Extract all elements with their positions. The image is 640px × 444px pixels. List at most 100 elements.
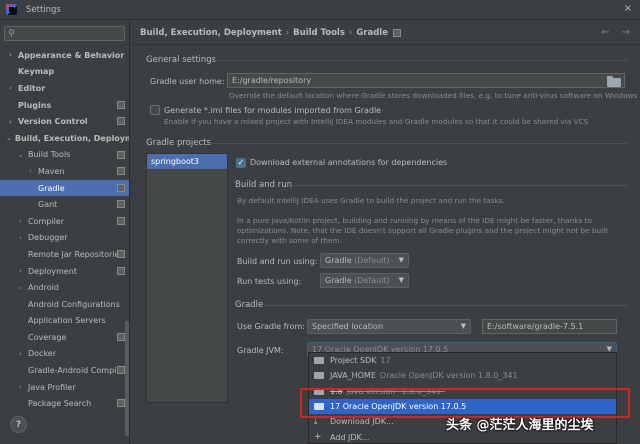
download-annotations-checkbox[interactable]: ✓ <box>236 158 246 168</box>
chevron-icon[interactable]: › <box>6 118 15 126</box>
chevron-icon[interactable]: › <box>26 167 35 175</box>
jdk-option-name: Add JDK... <box>330 432 370 442</box>
back-arrow-icon[interactable]: ← <box>601 27 609 38</box>
jdk-option[interactable]: Project SDK 17 <box>309 353 616 368</box>
sidebar-item[interactable]: › Android <box>0 279 129 296</box>
settings-sidebar: ⚲ › Appearance & Behavior Keymap › Editor Plu… <box>0 21 130 444</box>
sidebar-item[interactable]: › Docker <box>0 346 129 363</box>
breadcrumb: Build, Execution, Deployment › Build Too… <box>131 21 640 45</box>
chevron-icon[interactable]: ⌄ <box>16 151 25 159</box>
chevron-icon[interactable]: ⌄ <box>6 134 12 142</box>
build-and-run-using-combo[interactable]: Gradle (Default) ▼ <box>320 253 409 268</box>
project-scope-icon <box>117 183 125 192</box>
search-icon: ⚲ <box>8 29 15 39</box>
sidebar-item[interactable]: › Deployment <box>0 263 129 280</box>
watermark: 头条 @茫茫人海里的尘埃 <box>446 418 594 433</box>
gradle-jvm-label: Gradle JVM: <box>237 346 284 355</box>
chevron-icon[interactable]: › <box>16 267 25 275</box>
project-scope-icon <box>117 200 125 209</box>
sidebar-item-label: Compiler <box>28 216 65 226</box>
combo-value: Gradle <box>325 276 352 285</box>
build-and-run-note: In a pure Java/Kotlin project, building … <box>237 216 592 225</box>
sidebar-item-label: Plugins <box>18 100 52 110</box>
sidebar-item-label: Gant <box>38 200 58 210</box>
breadcrumb-separator: › <box>348 27 353 38</box>
jdk-option-detail: Oracle OpenJDK version 1.8.0_341 <box>379 371 518 381</box>
gradle-projects-list: springboot3 <box>146 153 228 403</box>
sidebar-item[interactable]: › Editor <box>0 80 129 97</box>
gradle-user-home-field[interactable]: E:/gradle/repository <box>227 73 625 88</box>
build-and-run-using-label: Build and run using: <box>237 257 318 266</box>
jdk-option[interactable]: JAVA_HOME Oracle OpenJDK version 1.8.0_34… <box>309 368 616 383</box>
general-settings-title: General settings <box>146 55 217 65</box>
sidebar-item[interactable]: Gradle-Android Compiler <box>0 362 129 379</box>
sidebar-item[interactable]: › Java Profiler <box>0 379 129 396</box>
chevron-icon[interactable]: › <box>16 234 25 242</box>
chevron-icon[interactable]: › <box>16 383 25 391</box>
folder-icon <box>314 357 324 365</box>
sidebar-item-label: Deployment <box>28 266 77 276</box>
settings-search-input[interactable]: ⚲ <box>4 26 125 41</box>
browse-folder-icon[interactable] <box>607 76 621 87</box>
sidebar-item-label: Android Configurations <box>28 299 120 309</box>
chevron-icon[interactable]: › <box>16 284 25 292</box>
sidebar-item-label: Keymap <box>18 67 55 77</box>
sidebar-item[interactable]: Application Servers <box>0 313 129 330</box>
folder-icon <box>314 372 324 380</box>
title-bar: Settings × <box>0 0 640 20</box>
sidebar-item[interactable]: ⌄Build, Execution, Deployment <box>0 130 129 147</box>
run-tests-using-combo[interactable]: Gradle (Default) ▼ <box>320 273 409 288</box>
plus-icon: + <box>314 432 322 443</box>
close-icon[interactable]: × <box>624 3 632 14</box>
combo-value: Specified location <box>312 322 384 331</box>
project-scope-icon <box>117 150 125 159</box>
sidebar-item[interactable]: ⌄ Build Tools <box>0 147 129 164</box>
chevron-icon[interactable]: › <box>6 84 15 92</box>
use-gradle-from-combo[interactable]: Specified location ▼ <box>307 319 471 334</box>
sidebar-item[interactable]: › Debugger <box>0 230 129 247</box>
sidebar-item[interactable]: Package Search <box>0 395 129 412</box>
jdk-option-name: JAVA_HOME <box>330 371 376 381</box>
gradle-location-field[interactable]: E:/software/gradle-7.5.1 <box>482 319 617 334</box>
breadcrumb-separator: › <box>285 27 290 38</box>
sidebar-scrollbar[interactable] <box>125 321 129 436</box>
use-gradle-from-label: Use Gradle from: <box>237 322 305 331</box>
sidebar-item-label: Debugger <box>28 233 68 243</box>
sidebar-item[interactable]: Android Configurations <box>0 296 129 313</box>
build-and-run-note: correctly with some of them. <box>237 236 342 245</box>
sidebar-item[interactable]: › Compiler <box>0 213 129 230</box>
section-divider <box>264 305 627 306</box>
gradle-projects-title: Gradle projects <box>146 138 211 148</box>
generate-iml-checkbox[interactable] <box>150 105 160 115</box>
sidebar-item-label: Appearance & Behavior <box>18 50 125 60</box>
sidebar-item[interactable]: Remote Jar Repositories <box>0 246 129 263</box>
sidebar-item[interactable]: Gant <box>0 196 129 213</box>
sidebar-item[interactable]: › Appearance & Behavior <box>0 47 129 64</box>
project-scope-icon <box>117 366 125 375</box>
generate-iml-hint: Enable if you have a mixed project with … <box>164 117 589 126</box>
sidebar-item-label: Build, Execution, Deployment <box>14 133 129 143</box>
sidebar-item[interactable]: › Maven <box>0 163 129 180</box>
sidebar-item[interactable]: Plugins <box>0 97 129 114</box>
window-title: Settings <box>26 4 61 15</box>
chevron-icon[interactable]: › <box>16 217 25 225</box>
jdk-option-name: Project SDK <box>330 356 377 366</box>
chevron-icon[interactable]: › <box>16 350 25 358</box>
sidebar-item-label: Coverage <box>28 332 67 342</box>
project-item-springboot3[interactable]: springboot3 <box>147 154 227 169</box>
run-tests-using-label: Run tests using: <box>237 277 302 286</box>
help-button[interactable]: ? <box>10 416 27 433</box>
sidebar-item-label: Maven <box>38 166 65 176</box>
sidebar-item[interactable]: Coverage <box>0 329 129 346</box>
project-scope-icon <box>117 266 125 275</box>
sidebar-item[interactable]: Keymap <box>0 64 129 81</box>
forward-arrow-icon[interactable]: → <box>622 27 630 38</box>
project-scope-icon <box>117 167 125 176</box>
project-scope-icon <box>117 399 125 408</box>
sidebar-item[interactable]: Gradle <box>0 179 129 197</box>
settings-tree: › Appearance & Behavior Keymap › Editor Plugi… <box>0 47 129 412</box>
sidebar-item[interactable]: › Version Control <box>0 113 129 130</box>
chevron-icon[interactable]: › <box>6 51 15 59</box>
project-scope-icon <box>117 117 125 126</box>
sidebar-item-label: Gradle-Android Compiler <box>28 366 127 376</box>
